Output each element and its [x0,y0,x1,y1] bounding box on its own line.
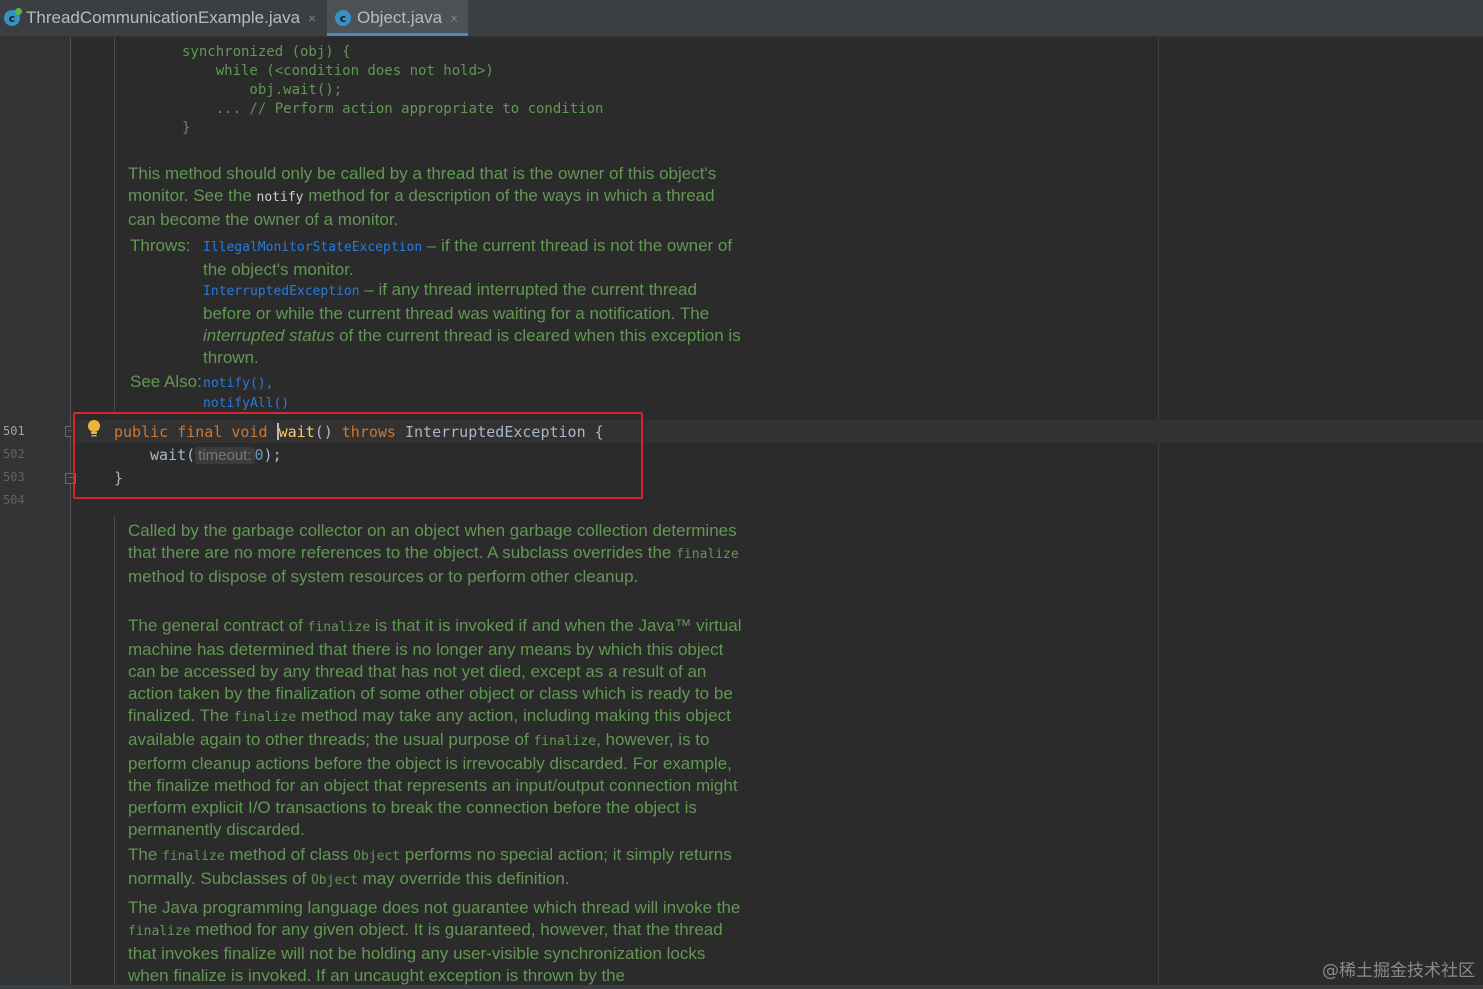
doc-paragraph: This method should only be called by a t… [128,164,717,229]
line-number: 503 [3,470,25,484]
see-also-link[interactable]: notify(), [203,376,273,391]
doc-paragraph: Called by the garbage collector on an ob… [128,521,739,586]
throws-label: Throws: [130,236,191,255]
line-number: 502 [3,447,25,461]
line-number: 504 [3,493,25,507]
doc-code-line: } [182,120,191,136]
throws-entry: IllegalMonitorStateException – if the cu… [203,236,733,279]
doc-comment-bar [114,516,115,989]
class-icon: c [4,8,22,26]
throws-entry: InterruptedException – if any thread int… [203,280,741,367]
close-icon[interactable]: × [308,10,316,26]
right-margin-guide [1158,37,1159,989]
watermark: @稀土掘金技术社区 [1322,961,1475,981]
doc-comment-bar [114,37,115,410]
editor-tab-bar: c ThreadCommunicationExample.java × c Ob… [0,0,1483,37]
line-number-gutter[interactable] [0,37,71,989]
doc-code-line: ... // Perform action appropriate to con… [182,101,604,117]
tab-label: Object.java [357,8,443,27]
exception-link[interactable]: IllegalMonitorStateException [203,240,422,255]
doc-paragraph: The Java programming language does not g… [128,898,741,985]
doc-code-line: synchronized (obj) { [182,44,351,60]
bottom-border [0,985,1483,989]
doc-paragraph: The general contract of finalize is that… [128,616,742,839]
tab-threadcommunicationexample[interactable]: c ThreadCommunicationExample.java × [4,0,322,36]
tab-label: ThreadCommunicationExample.java [26,8,301,27]
see-also-link[interactable]: notifyAll() [203,396,289,411]
see-also-label: See Also: [130,372,202,391]
see-also-links: notify(), notifyAll() [203,373,403,413]
doc-code-line: while (<condition does not hold>) [182,63,494,79]
tab-object-java[interactable]: c Object.java × [327,0,468,36]
exception-link[interactable]: InterruptedException [203,284,360,299]
close-icon[interactable]: × [450,10,458,26]
highlight-box [73,412,643,499]
doc-code-line: obj.wait(); [182,82,343,98]
line-number: 501 [3,424,25,438]
doc-paragraph: The finalize method of class Object perf… [128,845,732,888]
class-icon: c [335,10,351,26]
